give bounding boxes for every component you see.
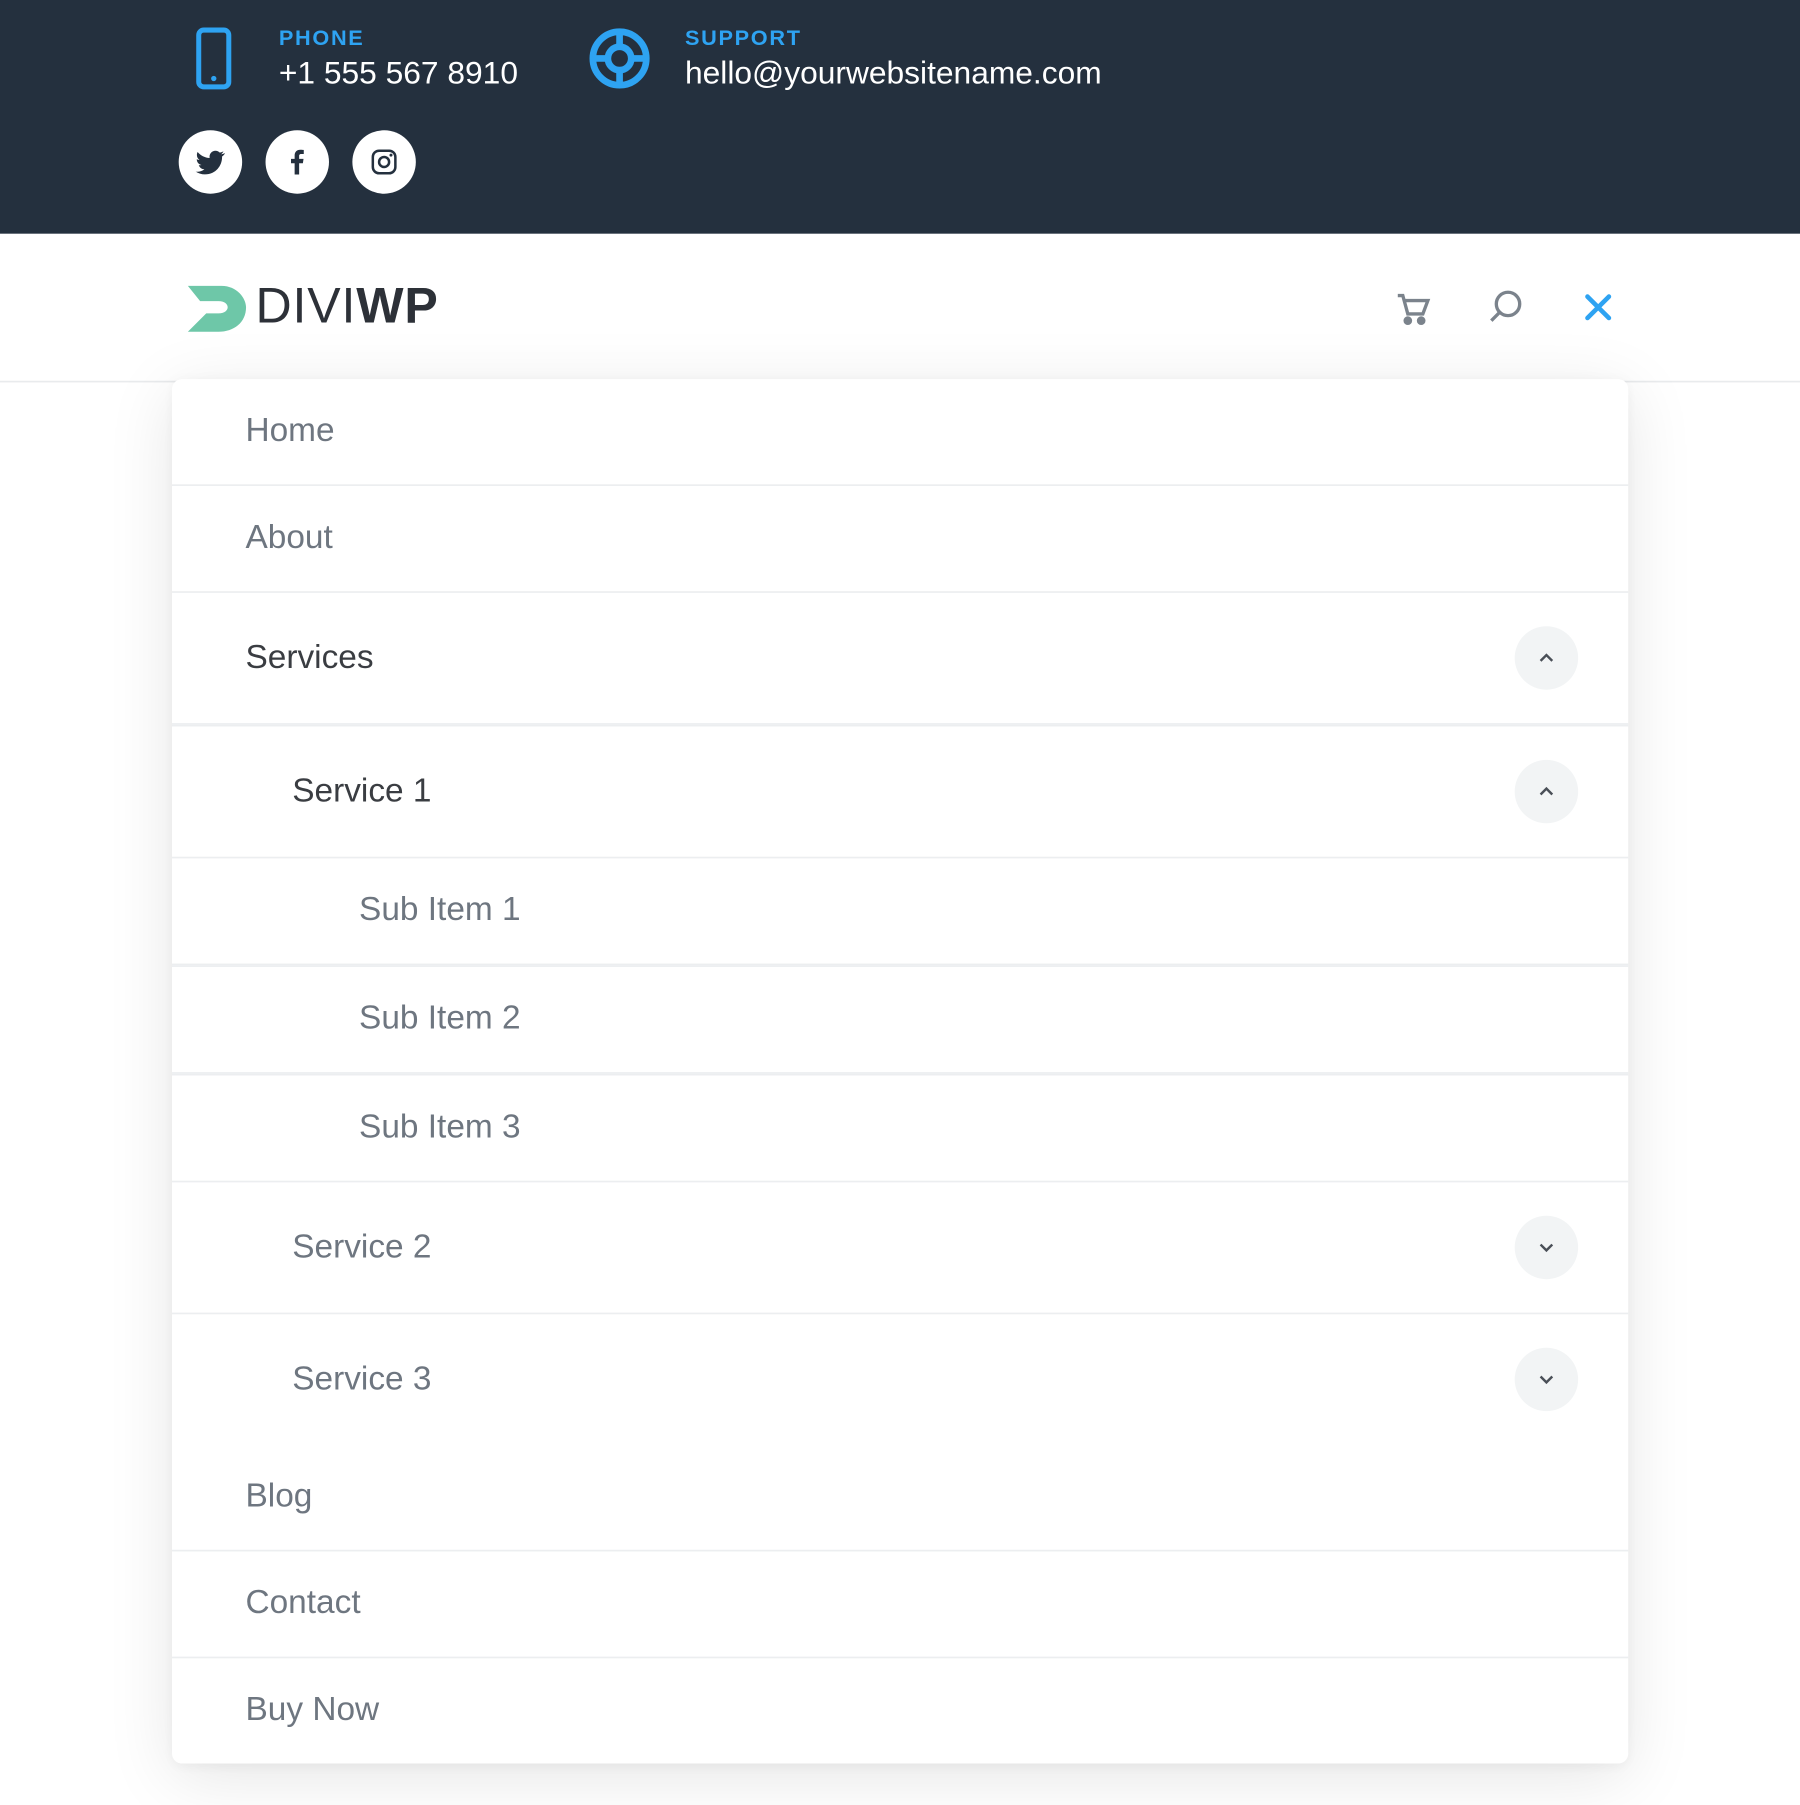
header: DIVIWP [0, 234, 1800, 383]
instagram-icon[interactable] [352, 130, 415, 193]
topbar: PHONE +1 555 567 8910 [0, 0, 1800, 234]
twitter-icon[interactable] [179, 130, 242, 193]
logo-text-part1: DIVI [256, 279, 357, 334]
menu-item-service-2[interactable]: Service 2 [172, 1181, 1628, 1313]
phone-icon [179, 23, 249, 93]
menu-label: Service 1 [292, 772, 1514, 810]
cart-icon[interactable] [1388, 284, 1435, 331]
logo[interactable]: DIVIWP [179, 271, 439, 344]
menu-item-service-1[interactable]: Service 1 [172, 725, 1628, 857]
chevron-down-icon[interactable] [1515, 1348, 1578, 1411]
menu-label: Buy Now [245, 1692, 1578, 1730]
support-label: SUPPORT [685, 24, 1102, 49]
service-1-submenu: Sub Item 1 Sub Item 2 Sub Item 3 [172, 857, 1628, 1181]
menu-label: Sub Item 3 [359, 1109, 1578, 1147]
chevron-up-icon[interactable] [1515, 626, 1578, 689]
mobile-menu-panel: Home About Services Service 1 Sub Item 1 [172, 379, 1628, 1763]
logo-text-part2: WP [356, 279, 438, 334]
logo-mark-icon [179, 271, 252, 344]
services-submenu: Service 1 Sub Item 1 Sub Item 2 Sub Item… [172, 725, 1628, 1445]
menu-label: Home [245, 412, 1578, 450]
menu-item-services[interactable]: Services [172, 593, 1628, 725]
menu-label: Contact [245, 1585, 1578, 1623]
logo-text: DIVIWP [256, 279, 439, 336]
menu-item-service-3[interactable]: Service 3 [172, 1313, 1628, 1445]
menu-item-home[interactable]: Home [172, 379, 1628, 486]
menu-label: Service 3 [292, 1360, 1514, 1398]
phone-value: +1 555 567 8910 [279, 56, 518, 93]
facebook-icon[interactable] [266, 130, 329, 193]
menu-item-contact[interactable]: Contact [172, 1551, 1628, 1658]
chevron-down-icon[interactable] [1515, 1216, 1578, 1279]
menu-item-sub-3[interactable]: Sub Item 3 [172, 1074, 1628, 1181]
menu-label: About [245, 519, 1578, 557]
menu-item-about[interactable]: About [172, 486, 1628, 593]
menu-label: Sub Item 2 [359, 1000, 1578, 1038]
support-block: SUPPORT hello@yourwebsitename.com [585, 23, 1102, 93]
menu-item-sub-2[interactable]: Sub Item 2 [172, 965, 1628, 1074]
menu-item-blog[interactable]: Blog [172, 1445, 1628, 1552]
close-icon[interactable] [1575, 284, 1622, 331]
menu-label: Service 2 [292, 1228, 1514, 1266]
chevron-up-icon[interactable] [1515, 760, 1578, 823]
search-icon[interactable] [1481, 284, 1528, 331]
phone-block: PHONE +1 555 567 8910 [179, 23, 518, 93]
menu-label: Sub Item 1 [359, 892, 1578, 930]
menu-label: Services [245, 639, 1514, 677]
support-value: hello@yourwebsitename.com [685, 56, 1102, 93]
support-icon [585, 23, 655, 93]
menu-item-buy-now[interactable]: Buy Now [172, 1658, 1628, 1763]
menu-item-sub-1[interactable]: Sub Item 1 [172, 857, 1628, 966]
phone-label: PHONE [279, 24, 518, 49]
menu-label: Blog [245, 1478, 1578, 1516]
